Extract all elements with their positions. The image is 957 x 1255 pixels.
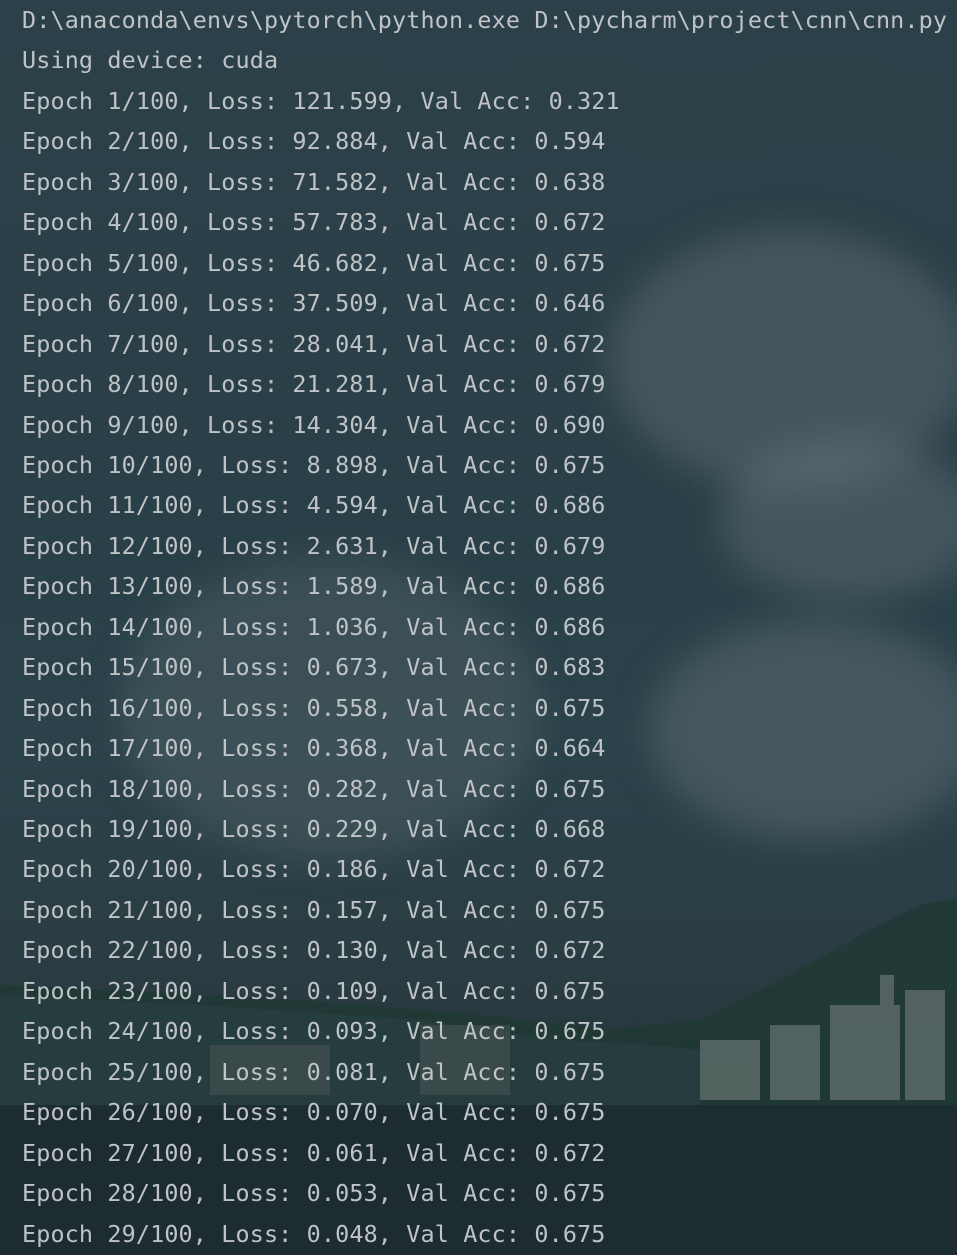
epoch-log-line: Epoch 12/100, Loss: 2.631, Val Acc: 0.67… <box>22 531 606 560</box>
epoch-log-line: Epoch 5/100, Loss: 46.682, Val Acc: 0.67… <box>22 248 606 277</box>
epoch-log-line: Epoch 25/100, Loss: 0.081, Val Acc: 0.67… <box>22 1057 606 1086</box>
epoch-log-line: Epoch 7/100, Loss: 28.041, Val Acc: 0.67… <box>22 329 606 358</box>
epoch-log-line: Epoch 28/100, Loss: 0.053, Val Acc: 0.67… <box>22 1179 606 1208</box>
epoch-log-line: Epoch 19/100, Loss: 0.229, Val Acc: 0.66… <box>22 815 606 843</box>
epoch-log-line: Epoch 21/100, Loss: 0.157, Val Acc: 0.67… <box>22 895 606 924</box>
device-line: Using device: cuda <box>22 46 279 75</box>
epoch-log-line: Epoch 10/100, Loss: 8.898, Val Acc: 0.67… <box>22 450 606 479</box>
epoch-log-line: Epoch 27/100, Loss: 0.061, Val Acc: 0.67… <box>22 1138 606 1167</box>
epoch-log-line: Epoch 18/100, Loss: 0.282, Val Acc: 0.67… <box>22 774 606 803</box>
epoch-log-line: Epoch 13/100, Loss: 1.589, Val Acc: 0.68… <box>22 572 606 601</box>
epoch-log-line: Epoch 2/100, Loss: 92.884, Val Acc: 0.59… <box>22 127 606 156</box>
epoch-log-line: Epoch 3/100, Loss: 71.582, Val Acc: 0.63… <box>22 167 606 196</box>
epoch-log-line: Epoch 26/100, Loss: 0.070, Val Acc: 0.67… <box>22 1098 606 1127</box>
epoch-log-line: Epoch 22/100, Loss: 0.130, Val Acc: 0.67… <box>22 936 606 965</box>
epoch-log-line: Epoch 9/100, Loss: 14.304, Val Acc: 0.69… <box>22 410 606 439</box>
epoch-log-line: Epoch 6/100, Loss: 37.509, Val Acc: 0.64… <box>22 289 606 318</box>
epoch-log-line: Epoch 20/100, Loss: 0.186, Val Acc: 0.67… <box>22 855 606 884</box>
epoch-log-line: Epoch 1/100, Loss: 121.599, Val Acc: 0.3… <box>22 86 620 115</box>
epoch-log-line: Epoch 8/100, Loss: 21.281, Val Acc: 0.67… <box>22 370 606 399</box>
command-line: D:\anaconda\envs\pytorch\python.exe D:\p… <box>22 6 948 34</box>
epoch-log-line: Epoch 15/100, Loss: 0.673, Val Acc: 0.68… <box>22 653 606 682</box>
epoch-log-line: Epoch 11/100, Loss: 4.594, Val Acc: 0.68… <box>22 491 606 520</box>
epoch-log-line: Epoch 14/100, Loss: 1.036, Val Acc: 0.68… <box>22 612 606 641</box>
epoch-log-line: Epoch 24/100, Loss: 0.093, Val Acc: 0.67… <box>22 1017 606 1046</box>
epoch-log-line: Epoch 4/100, Loss: 57.783, Val Acc: 0.67… <box>22 208 606 237</box>
epoch-log-line: Epoch 29/100, Loss: 0.048, Val Acc: 0.67… <box>22 1219 606 1248</box>
epoch-log-line: Epoch 16/100, Loss: 0.558, Val Acc: 0.67… <box>22 693 606 722</box>
epoch-log-line: Epoch 17/100, Loss: 0.368, Val Acc: 0.66… <box>22 734 606 763</box>
epoch-log-line: Epoch 23/100, Loss: 0.109, Val Acc: 0.67… <box>22 976 606 1005</box>
run-console-output: D:\anaconda\envs\pytorch\python.exe D:\p… <box>0 0 957 1255</box>
